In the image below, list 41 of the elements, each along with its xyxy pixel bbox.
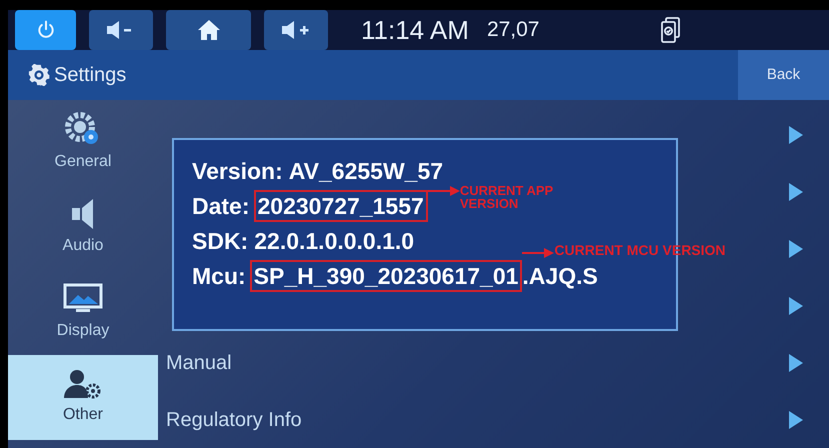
home-icon <box>196 19 220 41</box>
sidebar-tab[interactable]: Display <box>8 270 158 355</box>
chevron-right-icon[interactable] <box>789 182 803 200</box>
settings-icon <box>28 64 50 86</box>
power-button[interactable] <box>15 10 76 50</box>
chevron-right-icon[interactable] <box>789 410 803 428</box>
sidebar-tab[interactable]: Other <box>8 355 158 440</box>
chevron-right-icon[interactable] <box>789 240 803 258</box>
highlighted-value: 20230727_1557 <box>254 190 428 222</box>
annotation-arrow <box>428 186 460 196</box>
date-text: 27,07 <box>486 17 540 44</box>
back-button[interactable]: Back <box>738 50 829 100</box>
sidebar-tab[interactable]: Audio <box>8 185 158 270</box>
phone-check-icon[interactable] <box>660 17 680 43</box>
info-value: AV_6255W_57 <box>288 156 444 186</box>
annotation-label: CURRENT APP VERSION <box>460 184 554 210</box>
chevron-right-icon[interactable] <box>789 354 803 372</box>
info-label: Mcu: <box>192 262 246 291</box>
info-label: SDK: <box>192 226 248 256</box>
highlighted-value: SP_H_390_20230617_01 <box>250 260 522 292</box>
chevron-right-icon[interactable] <box>789 296 803 314</box>
page-title: Settings <box>54 63 126 88</box>
speaker-minus-button[interactable] <box>89 10 153 50</box>
info-value: .AJQ.S <box>522 262 598 291</box>
speaker-plus-icon <box>281 20 311 40</box>
info-value: 22.0.1.0.0.0.1.0 <box>254 226 414 256</box>
chevron-right-icon[interactable] <box>789 126 803 144</box>
monitor-icon <box>63 282 103 314</box>
info-label: Date: <box>192 192 250 221</box>
person-gear-icon <box>63 368 103 398</box>
speaker-icon <box>71 198 95 230</box>
annotation-arrow <box>522 248 554 258</box>
speaker-plus-button[interactable] <box>264 10 328 50</box>
menu-item[interactable]: Manual <box>166 348 232 378</box>
info-label: Version: <box>192 156 283 186</box>
sidebar-tab[interactable]: General <box>8 100 158 185</box>
menu-item[interactable]: Regulatory Info <box>166 404 302 434</box>
gears-icon <box>65 112 101 146</box>
power-icon <box>36 20 56 40</box>
clock-time: 11:14 AM <box>361 14 469 46</box>
home-button[interactable] <box>166 10 251 50</box>
